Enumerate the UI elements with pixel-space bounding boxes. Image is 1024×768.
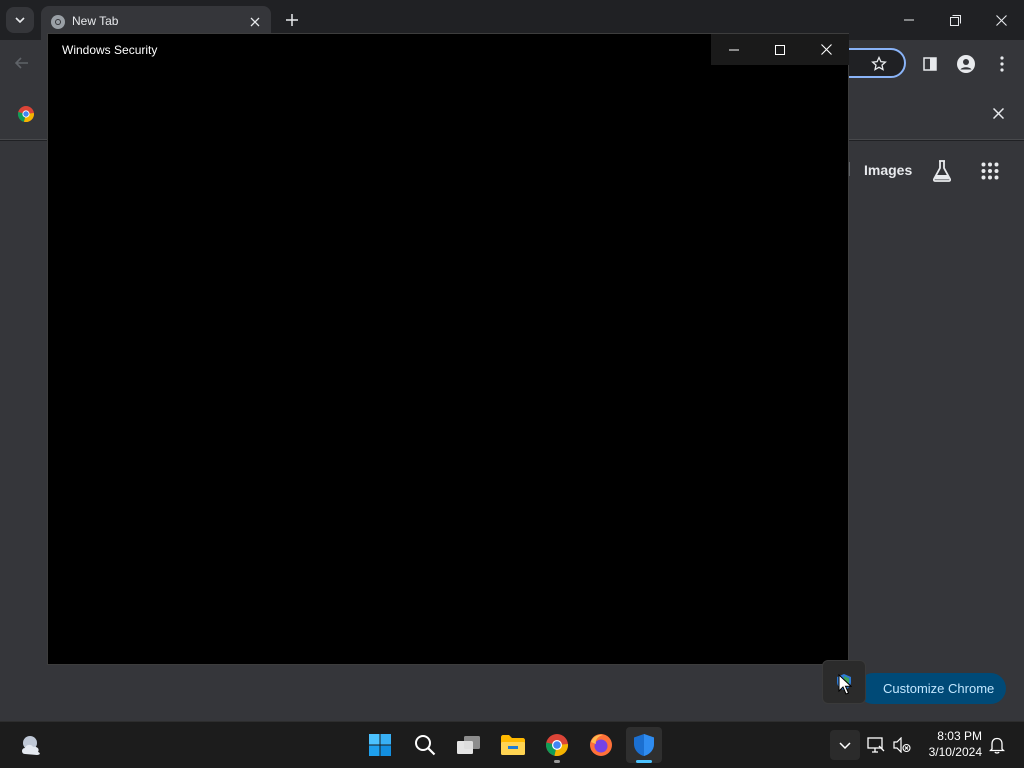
bell-icon [989, 737, 1005, 754]
firefox-taskbar-button[interactable] [583, 727, 619, 763]
security-active-indicator [636, 760, 652, 763]
windows-security-taskbar-button[interactable] [626, 727, 662, 763]
minimize-icon [904, 19, 914, 21]
back-arrow-icon [15, 57, 28, 69]
close-icon [992, 107, 1004, 119]
customize-chrome-label: Customize Chrome [883, 681, 995, 696]
close-icon [995, 14, 1007, 26]
bookmark-star-button[interactable] [867, 52, 891, 76]
star-icon [871, 56, 887, 71]
weather-cloud-icon [22, 736, 40, 755]
windows-logo-icon [369, 734, 391, 756]
chrome-taskbar-button[interactable] [539, 727, 575, 763]
show-hidden-icons-button[interactable] [830, 730, 860, 760]
chrome-favicon-icon [51, 15, 65, 29]
notifications-button[interactable] [986, 727, 1008, 763]
clock-time[interactable]: 8:03 PM [926, 729, 982, 743]
volume-muted-icon [893, 737, 911, 753]
chrome-running-indicator [554, 760, 560, 763]
tab-search-button[interactable] [6, 7, 34, 33]
customize-chrome-button[interactable]: Customize Chrome [858, 673, 1006, 704]
task-view-icon [457, 736, 480, 754]
windows-security-window[interactable]: Windows Security [47, 33, 849, 665]
google-apps-button[interactable] [978, 159, 1002, 183]
close-icon [820, 44, 832, 55]
window-controls [711, 34, 849, 65]
info-bar-close-button[interactable] [988, 103, 1008, 123]
clock-date[interactable]: 3/10/2024 [920, 745, 982, 759]
chevron-down-icon [839, 741, 851, 749]
security-minimize-button[interactable] [711, 34, 757, 65]
mouse-cursor-icon [838, 674, 852, 695]
plus-icon [286, 14, 298, 26]
firefox-logo-icon [590, 734, 612, 756]
profile-icon [957, 55, 975, 73]
maximize-icon [775, 44, 785, 55]
network-button[interactable] [862, 727, 890, 763]
side-panel-icon [923, 57, 937, 71]
new-tab-button[interactable] [282, 10, 302, 30]
side-panel-button[interactable] [918, 52, 942, 76]
search-labs-button[interactable] [930, 159, 954, 183]
chevron-down-icon [15, 17, 25, 23]
chrome-menu-button[interactable] [990, 52, 1014, 76]
tab-close-button[interactable] [246, 13, 264, 31]
search-button[interactable] [407, 727, 443, 763]
back-button[interactable] [10, 51, 34, 75]
profile-button[interactable] [954, 52, 978, 76]
folder-icon [501, 735, 525, 755]
chrome-logo-icon [546, 734, 569, 756]
chrome-logo-icon [17, 106, 34, 123]
file-explorer-button[interactable] [495, 727, 531, 763]
network-icon [867, 737, 885, 753]
flask-icon [932, 160, 952, 182]
window-title: Windows Security [62, 43, 158, 57]
restore-icon [949, 14, 961, 26]
tab-title: New Tab [72, 14, 119, 28]
apps-grid-icon [981, 162, 999, 180]
security-close-button[interactable] [803, 34, 849, 65]
kebab-menu-icon [1000, 56, 1004, 72]
shield-icon [634, 734, 654, 756]
security-maximize-button[interactable] [757, 34, 803, 65]
widgets-button[interactable] [14, 727, 50, 763]
minimize-icon [729, 49, 739, 50]
close-icon [250, 17, 260, 27]
images-link[interactable]: Images [864, 162, 912, 178]
start-button[interactable] [362, 727, 398, 763]
task-view-button[interactable] [451, 727, 487, 763]
search-icon [415, 735, 436, 756]
browser-minimize-button[interactable] [886, 0, 932, 40]
browser-close-button[interactable] [978, 0, 1024, 40]
browser-restore-button[interactable] [932, 0, 978, 40]
volume-button[interactable] [888, 727, 916, 763]
